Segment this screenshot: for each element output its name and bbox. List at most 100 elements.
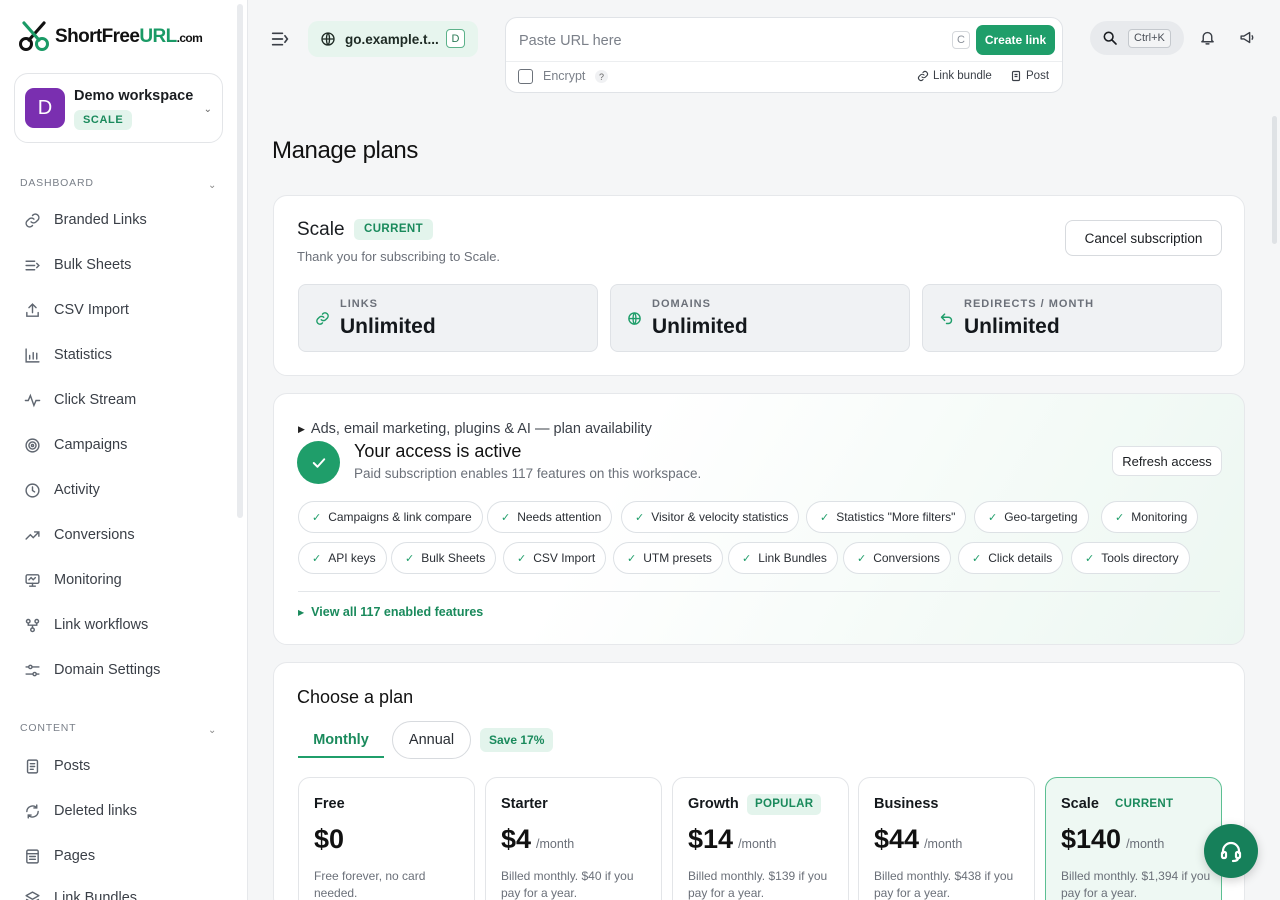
brand-logo[interactable]: ShortFreeURL.com xyxy=(17,20,203,54)
create-link-box: C Create link Encrypt ? Link bundle Post xyxy=(505,17,1063,93)
current-badge: CURRENT xyxy=(1115,798,1174,810)
sidebar-item-deleted-links[interactable]: Deleted links xyxy=(14,793,232,829)
link-icon xyxy=(25,212,40,228)
plan-price: $44/month xyxy=(874,824,963,854)
sidebar-item-link-bundles[interactable]: Link Bundles xyxy=(14,880,232,900)
plan-card-starter[interactable]: Starter $4/month Billed monthly. $40 if … xyxy=(485,777,662,900)
current-plan-name: Scale xyxy=(297,219,345,240)
refresh-access-button[interactable]: Refresh access xyxy=(1112,446,1222,476)
url-shortcut-key: C xyxy=(952,31,970,49)
list-icon xyxy=(25,260,40,270)
post-button[interactable]: Post xyxy=(1010,70,1049,82)
globe-icon xyxy=(628,312,641,325)
feature-chip: ✓ Visitor & velocity statistics xyxy=(621,501,800,533)
sidebar-item-bulk-sheets[interactable]: Bulk Sheets xyxy=(14,247,232,283)
current-plan-card: Scale CURRENT Thank you for subscribing … xyxy=(273,195,1245,376)
sidebar-item-click-stream[interactable]: Click Stream xyxy=(14,382,232,418)
collapse-sidebar-button[interactable] xyxy=(270,30,290,48)
check-icon: ✓ xyxy=(627,552,637,565)
page-title: Manage plans xyxy=(272,137,418,164)
plan-card-scale[interactable]: Scale CURRENT $140/month Billed monthly.… xyxy=(1045,777,1222,900)
help-icon[interactable]: ? xyxy=(595,70,608,83)
tab-annual[interactable]: Annual xyxy=(392,721,471,759)
create-link-button[interactable]: Create link xyxy=(976,25,1055,55)
sidebar-item-posts[interactable]: Posts xyxy=(14,748,232,784)
check-icon: ✓ xyxy=(501,511,511,524)
encrypt-checkbox[interactable] xyxy=(518,69,533,84)
feature-chip: ✓ UTM presets xyxy=(613,542,723,574)
section-label-content: CONTENT xyxy=(20,722,77,734)
trend-icon xyxy=(25,530,40,540)
tab-monthly[interactable]: Monthly xyxy=(298,722,384,758)
triangle-right-icon: ▶ xyxy=(298,607,305,617)
link-bundle-button[interactable]: Link bundle xyxy=(917,70,992,82)
search-button[interactable]: Ctrl+K xyxy=(1090,21,1184,55)
domain-shortcut-key: D xyxy=(446,29,465,48)
support-chat-button[interactable] xyxy=(1204,824,1258,878)
sidebar-item-branded-links[interactable]: Branded Links xyxy=(14,202,232,238)
plan-card-business[interactable]: Business $44/month Billed monthly. $438 … xyxy=(858,777,1035,900)
chevron-down-icon: ⌄ xyxy=(203,104,212,115)
megaphone-icon xyxy=(1240,31,1254,44)
check-icon: ✓ xyxy=(405,552,415,565)
access-card: ▶ Ads, email marketing, plugins & AI — p… xyxy=(273,393,1245,645)
feature-chip: ✓ Monitoring xyxy=(1101,501,1199,533)
sidebar-scrollbar[interactable] xyxy=(237,4,243,518)
sidebar-item-pages[interactable]: Pages xyxy=(14,838,232,874)
check-icon: ✓ xyxy=(312,511,322,524)
stat-domains: DOMAINS Unlimited xyxy=(610,284,910,352)
sidebar-item-link-workflows[interactable]: Link workflows xyxy=(14,607,232,643)
section-label-dashboard: DASHBOARD xyxy=(20,177,94,189)
check-icon: ✓ xyxy=(857,552,867,565)
workflow-icon xyxy=(25,618,40,632)
check-icon: ✓ xyxy=(517,552,527,565)
sidebar-item-monitoring[interactable]: Monitoring xyxy=(14,562,232,598)
sidebar-item-campaigns[interactable]: Campaigns xyxy=(14,427,232,463)
check-icon: ✓ xyxy=(635,511,645,524)
plan-card-growth[interactable]: Growth POPULAR $14/month Billed monthly.… xyxy=(672,777,849,900)
stat-links: LINKS Unlimited xyxy=(298,284,598,352)
check-icon: ✓ xyxy=(988,511,998,524)
sidebar-item-domain-settings[interactable]: Domain Settings xyxy=(14,652,232,688)
check-circle-icon xyxy=(297,441,340,484)
workspace-avatar: D xyxy=(25,88,65,128)
upload-icon xyxy=(26,302,39,317)
check-icon: ✓ xyxy=(972,552,982,565)
refresh-icon xyxy=(26,803,39,819)
current-plan-subtitle: Thank you for subscribing to Scale. xyxy=(297,249,501,264)
search-shortcut: Ctrl+K xyxy=(1128,28,1171,48)
domain-selector[interactable]: go.example.t... D xyxy=(308,21,478,57)
main-scrollbar[interactable] xyxy=(1272,116,1277,244)
cancel-subscription-button[interactable]: Cancel subscription xyxy=(1065,220,1222,256)
feature-chip: ✓ Bulk Sheets xyxy=(391,542,497,574)
check-icon: ✓ xyxy=(1085,552,1095,565)
view-all-features-toggle[interactable]: ▶ View all 117 enabled features xyxy=(298,605,483,619)
feature-chip: ✓ Campaigns & link compare xyxy=(298,501,483,533)
plan-availability-toggle[interactable]: ▶ Ads, email marketing, plugins & AI — p… xyxy=(298,421,652,437)
sidebar-item-statistics[interactable]: Statistics xyxy=(14,337,232,373)
feature-chip: ✓ API keys xyxy=(298,542,387,574)
globe-icon xyxy=(321,32,335,46)
sidebar-item-conversions[interactable]: Conversions xyxy=(14,517,232,553)
document-icon xyxy=(1011,70,1021,82)
check-icon: ✓ xyxy=(742,552,752,565)
plan-price: $0 xyxy=(314,824,345,854)
workspace-switcher[interactable]: D Demo workspace SCALE ⌄ xyxy=(14,73,223,143)
plan-card-free[interactable]: Free $0 Free forever, no card needed. xyxy=(298,777,475,900)
feature-chip: ✓ CSV Import xyxy=(503,542,607,574)
document-icon xyxy=(26,758,39,774)
sliders-icon xyxy=(25,664,40,676)
current-badge: CURRENT xyxy=(354,219,434,240)
notifications-button[interactable] xyxy=(1199,29,1216,46)
chevron-down-icon[interactable]: ⌄ xyxy=(208,180,216,191)
sidebar-item-csv-import[interactable]: CSV Import xyxy=(14,292,232,328)
announcements-button[interactable] xyxy=(1239,29,1256,46)
scissors-logo-icon xyxy=(19,21,49,51)
encrypt-label: Encrypt xyxy=(543,69,586,83)
target-icon xyxy=(25,437,40,453)
chevron-down-icon[interactable]: ⌄ xyxy=(208,725,216,736)
check-icon: ✓ xyxy=(1115,511,1125,524)
sidebar-item-activity[interactable]: Activity xyxy=(14,472,232,508)
link-icon xyxy=(316,312,329,325)
url-input[interactable] xyxy=(519,31,939,51)
